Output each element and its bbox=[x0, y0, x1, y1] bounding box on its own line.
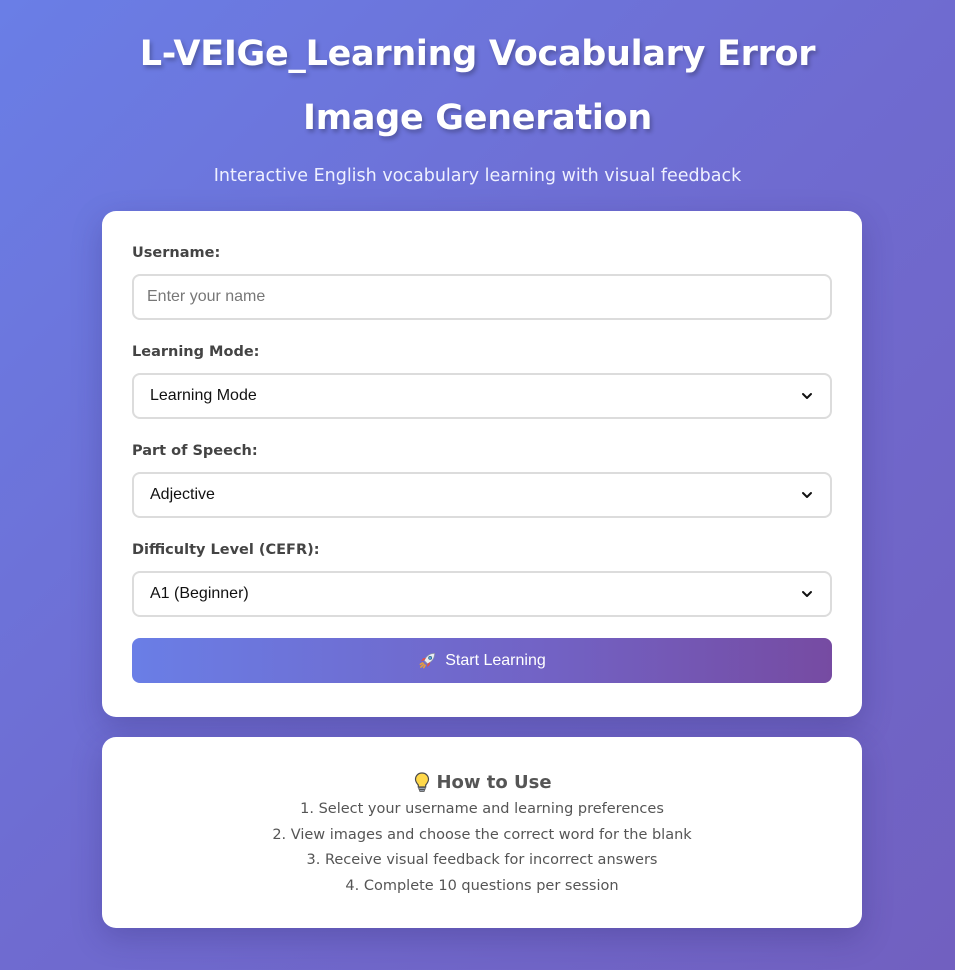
how-to-use-card: How to Use 1. Select your username and l… bbox=[102, 737, 862, 928]
part-of-speech-field-group: Part of Speech: Adjective bbox=[132, 443, 832, 518]
part-of-speech-select[interactable]: Adjective bbox=[132, 472, 832, 518]
difficulty-field-group: Difficulty Level (CEFR): A1 (Beginner) bbox=[132, 542, 832, 617]
username-input[interactable] bbox=[132, 274, 832, 320]
how-to-use-step: 3. Receive visual feedback for incorrect… bbox=[306, 852, 658, 869]
difficulty-selected-value: A1 (Beginner) bbox=[150, 585, 249, 602]
how-to-use-step: 4. Complete 10 questions per session bbox=[345, 877, 619, 894]
part-of-speech-selected-value: Adjective bbox=[150, 486, 215, 503]
how-to-use-title: How to Use bbox=[436, 771, 552, 793]
username-label: Username: bbox=[132, 245, 221, 261]
chevron-down-icon bbox=[800, 488, 814, 502]
rocket-icon bbox=[418, 651, 437, 670]
how-to-use-heading: How to Use bbox=[102, 769, 862, 795]
learning-mode-field-group: Learning Mode: Learning Mode bbox=[132, 344, 832, 419]
chevron-down-icon bbox=[800, 389, 814, 403]
settings-form-card: Username: Learning Mode: Learning Mode P… bbox=[102, 211, 862, 717]
how-to-use-step: 1. Select your username and learning pre… bbox=[300, 801, 664, 817]
difficulty-select[interactable]: A1 (Beginner) bbox=[132, 571, 832, 617]
learning-mode-label: Learning Mode: bbox=[132, 344, 260, 360]
how-to-use-step: 2. View images and choose the correct wo… bbox=[272, 826, 692, 843]
page-header: L-VEIGe_Learning Vocabulary Error Image … bbox=[0, 0, 955, 186]
part-of-speech-label: Part of Speech: bbox=[132, 443, 258, 459]
learning-mode-select[interactable]: Learning Mode bbox=[132, 373, 832, 419]
page-subtitle: Interactive English vocabulary learning … bbox=[213, 166, 742, 186]
how-to-use-steps: 1. Select your username and learning pre… bbox=[102, 797, 862, 899]
start-learning-label: Start Learning bbox=[445, 651, 546, 669]
learning-mode-selected-value: Learning Mode bbox=[150, 387, 257, 404]
chevron-down-icon bbox=[800, 587, 814, 601]
username-field-group: Username: bbox=[132, 245, 832, 320]
start-learning-button[interactable]: Start Learning bbox=[132, 638, 832, 683]
lightbulb-icon bbox=[412, 771, 432, 793]
difficulty-label: Difficulty Level (CEFR): bbox=[132, 542, 320, 558]
page-title: L-VEIGe_Learning Vocabulary Error Image … bbox=[139, 34, 816, 138]
